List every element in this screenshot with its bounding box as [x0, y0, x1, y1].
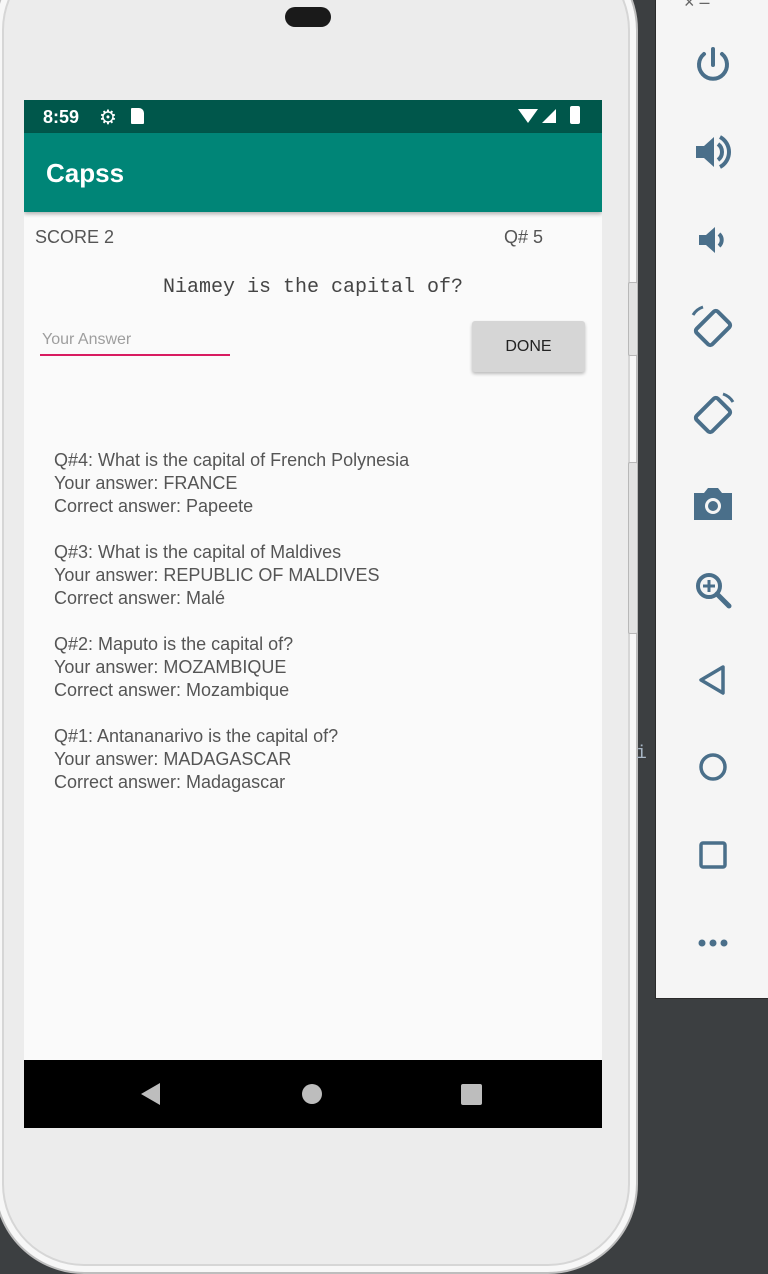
device-screen: 8:59 ⚙ Capss SCORE 2 Q# 5 Niamey is the … — [24, 100, 602, 1128]
signal-icon — [542, 109, 556, 123]
app-bar: Capss — [24, 133, 602, 212]
done-button[interactable]: DONE — [472, 321, 585, 372]
emulator-toolbar: × – — [655, 0, 768, 999]
proximity-sensor — [285, 7, 331, 27]
nav-back-icon[interactable] — [141, 1083, 160, 1105]
window-controls[interactable]: × – — [684, 0, 710, 13]
volume-down-icon[interactable] — [690, 217, 736, 263]
question-text: Niamey is the capital of? — [162, 276, 464, 299]
gear-icon: ⚙ — [99, 107, 117, 129]
history-correct-answer: Correct answer: Mozambique — [54, 680, 290, 700]
history-correct-answer: Correct answer: Papeete — [54, 496, 254, 516]
history-item: Q#4: What is the capital of French Polyn… — [54, 449, 584, 518]
back-icon[interactable] — [690, 657, 736, 703]
history-question: Q#1: Antananarivo is the capital of? — [54, 726, 339, 746]
more-icon[interactable] — [690, 920, 736, 966]
volume-up-icon[interactable] — [690, 129, 736, 175]
ide-text-fragment: i — [636, 744, 647, 764]
history-item: Q#1: Antananarivo is the capital of? You… — [54, 725, 584, 794]
question-number: Q# 5 — [504, 227, 544, 247]
history-your-answer: Your answer: FRANCE — [54, 473, 238, 493]
app-title: Capss — [46, 158, 125, 188]
sd-card-icon — [131, 108, 144, 124]
home-icon[interactable] — [690, 744, 736, 790]
nav-home-icon[interactable] — [302, 1084, 322, 1104]
status-time: 8:59 — [43, 107, 80, 127]
history-correct-answer: Correct answer: Madagascar — [54, 772, 286, 792]
history-question: Q#4: What is the capital of French Polyn… — [54, 450, 410, 470]
history-correct-answer: Correct answer: Malé — [54, 588, 226, 608]
power-icon[interactable] — [690, 42, 736, 88]
battery-icon — [570, 106, 580, 124]
history-item: Q#2: Maputo is the capital of? Your answ… — [54, 633, 584, 702]
history-item: Q#3: What is the capital of Maldives You… — [54, 541, 584, 610]
camera-icon[interactable] — [690, 480, 736, 526]
history-your-answer: Your answer: MOZAMBIQUE — [54, 657, 287, 677]
rotate-left-icon[interactable] — [690, 305, 736, 351]
history-question: Q#3: What is the capital of Maldives — [54, 542, 342, 562]
wifi-icon — [518, 109, 538, 123]
volume-hardware-button[interactable] — [628, 282, 638, 356]
nav-recents-icon[interactable] — [461, 1084, 482, 1105]
overview-icon[interactable] — [690, 832, 736, 878]
zoom-icon[interactable] — [690, 567, 736, 613]
answer-history: Q#4: What is the capital of French Polyn… — [54, 449, 584, 817]
score-label: SCORE 2 — [35, 227, 115, 247]
history-question: Q#2: Maputo is the capital of? — [54, 634, 294, 654]
status-bar: 8:59 ⚙ — [24, 100, 602, 133]
history-your-answer: Your answer: MADAGASCAR — [54, 749, 292, 769]
navigation-bar — [24, 1060, 602, 1128]
history-your-answer: Your answer: REPUBLIC OF MALDIVES — [54, 565, 380, 585]
power-hardware-button[interactable] — [628, 462, 638, 634]
rotate-right-icon[interactable] — [690, 392, 736, 438]
answer-input[interactable] — [40, 326, 230, 356]
